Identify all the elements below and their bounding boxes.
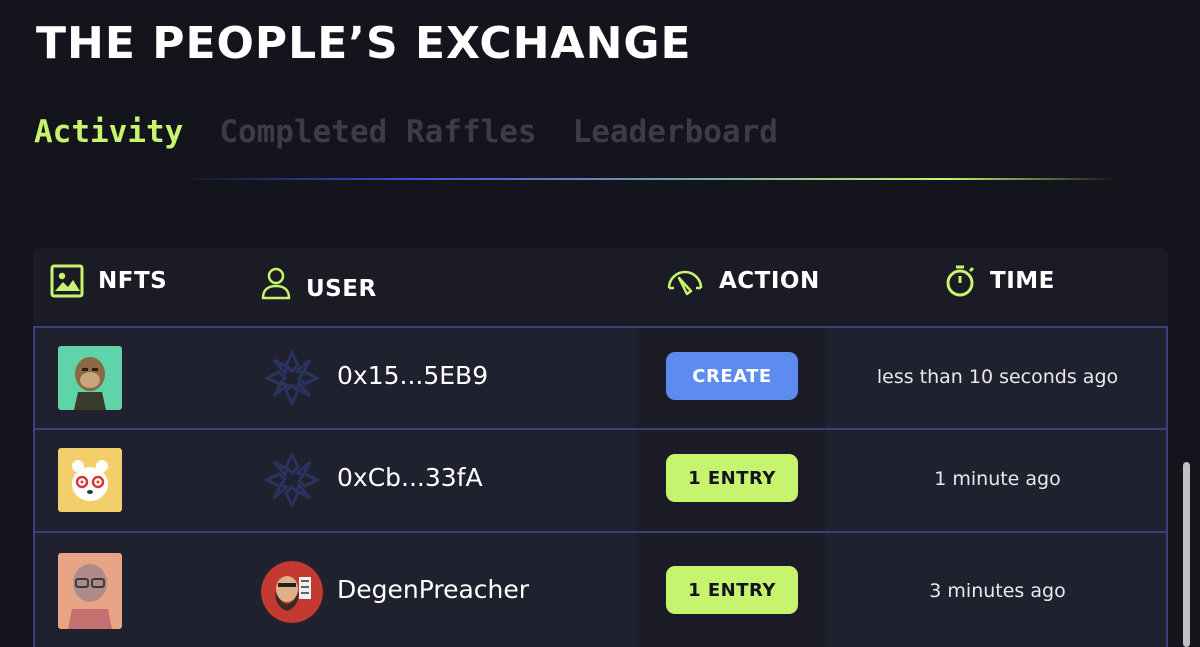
gauge-icon xyxy=(665,264,705,298)
time-text: 3 minutes ago xyxy=(929,580,1066,602)
user-icon xyxy=(260,266,292,300)
asterisk-avatar-icon[interactable] xyxy=(261,347,323,409)
table-header: NFTS USER ACTION TIME xyxy=(33,248,1168,326)
header-nfts: NFTS xyxy=(50,264,167,298)
create-action-button[interactable]: CREATE xyxy=(666,352,798,400)
user-name[interactable]: 0xCb...33fA xyxy=(337,463,483,492)
ape-nft-thumbnail[interactable] xyxy=(58,346,122,410)
activity-table: NFTS USER ACTION TIME 0x15...5EB9 CREATE… xyxy=(33,248,1168,647)
scrollbar[interactable] xyxy=(1183,462,1190,647)
bearded-man-avatar[interactable] xyxy=(261,561,323,623)
image-icon xyxy=(50,264,84,298)
header-time: TIME xyxy=(944,264,1055,298)
bear-nft-thumbnail[interactable] xyxy=(58,448,122,512)
user-name[interactable]: 0x15...5EB9 xyxy=(337,361,488,390)
header-time-label: TIME xyxy=(990,268,1055,294)
user-name[interactable]: DegenPreacher xyxy=(337,575,529,604)
table-row[interactable]: 0x15...5EB9 CREATE less than 10 seconds … xyxy=(33,326,1168,430)
asterisk-avatar-icon[interactable] xyxy=(261,449,323,511)
header-action-label: ACTION xyxy=(719,268,820,294)
tab-activity[interactable]: Activity xyxy=(34,114,183,150)
time-text: 1 minute ago xyxy=(934,468,1061,490)
entry-action-button[interactable]: 1 ENTRY xyxy=(666,566,798,614)
tab-bar: Activity Completed Raffles Leaderboard xyxy=(34,114,778,150)
time-text: less than 10 seconds ago xyxy=(876,366,1119,388)
entry-action-button[interactable]: 1 ENTRY xyxy=(666,454,798,502)
header-user: USER xyxy=(260,264,377,302)
timer-icon xyxy=(944,264,976,298)
header-nfts-label: NFTS xyxy=(98,268,168,294)
header-user-label: USER xyxy=(306,276,377,302)
page-title: THE PEOPLE’S EXCHANGE xyxy=(36,18,692,69)
header-action: ACTION xyxy=(665,264,820,298)
table-row[interactable]: 0xCb...33fA 1 ENTRY 1 minute ago xyxy=(33,428,1168,533)
page: THE PEOPLE’S EXCHANGE Activity Completed… xyxy=(0,0,1200,647)
tab-completed-raffles[interactable]: Completed Raffles xyxy=(219,114,536,150)
pink-character-nft-thumbnail[interactable] xyxy=(58,553,122,629)
tab-leaderboard[interactable]: Leaderboard xyxy=(573,114,778,150)
table-row[interactable]: DegenPreacher 1 ENTRY 3 minutes ago xyxy=(33,531,1168,647)
tab-underline xyxy=(175,178,1115,180)
